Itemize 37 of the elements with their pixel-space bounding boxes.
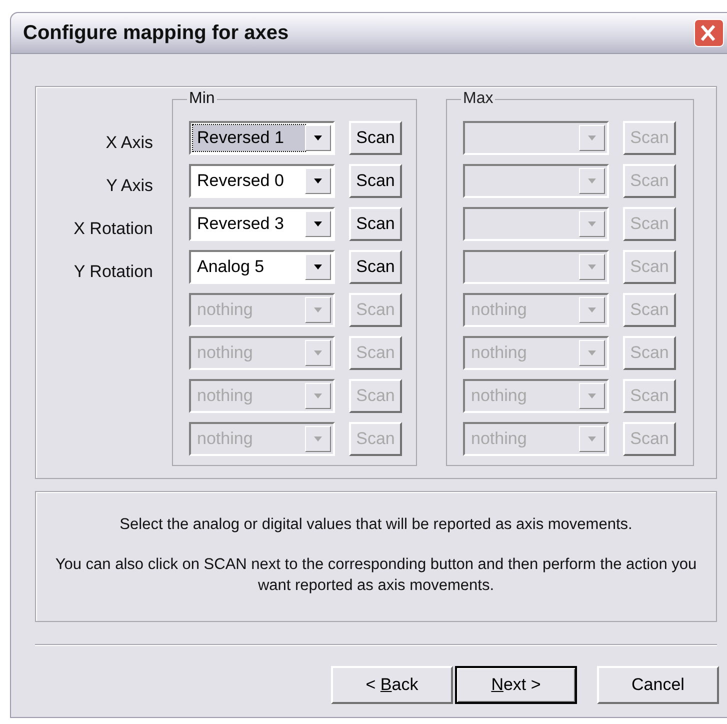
dropdown-arrow-icon — [313, 392, 323, 398]
dropdown-arrow-icon — [313, 264, 323, 270]
wizard-button[interactable]: Next > — [455, 666, 577, 704]
group-title: Max — [462, 90, 494, 108]
dropdown-arrow-icon — [313, 306, 323, 312]
axis-label: X Rotation — [72, 218, 153, 240]
dropdown[interactable]: Reversed 3 — [189, 206, 335, 240]
wizard-button[interactable]: Cancel — [597, 666, 719, 704]
window-title: Configure mapping for axes — [23, 22, 289, 44]
dropdown-arrow-icon — [587, 306, 597, 312]
scan-button[interactable]: Scan — [349, 164, 402, 198]
close-icon[interactable] — [694, 19, 724, 47]
dropdown-arrow-icon — [587, 178, 597, 184]
dropdown[interactable]: Analog 5 — [189, 250, 335, 284]
dropdown-arrow-icon — [587, 264, 597, 270]
info-text: You can also click on SCAN next to the corresponding button and then perform the action you want reported as axis movements. — [54, 555, 698, 596]
dropdown-arrow-icon — [587, 134, 597, 140]
axis-label: Y Rotation — [72, 261, 153, 283]
group-title: Min — [188, 90, 216, 108]
scan-button[interactable]: Scan — [349, 206, 402, 240]
dropdown-arrow-icon — [587, 350, 597, 356]
axis-label: X Axis — [104, 132, 153, 154]
dropdown-arrow-icon — [313, 220, 323, 226]
dropdown-arrow-icon — [313, 350, 323, 356]
dropdown[interactable]: Reversed 0 — [189, 164, 335, 198]
axis-label: Y Axis — [105, 175, 153, 197]
dropdown-arrow-icon — [587, 220, 597, 226]
wizard-button[interactable]: < Back — [331, 666, 453, 704]
info-text: Select the analog or digital values that will be reported as axis movements. — [118, 515, 634, 535]
dropdown-arrow-icon — [313, 134, 323, 140]
dropdown[interactable]: Reversed 1 — [189, 120, 335, 154]
scan-button[interactable]: Scan — [349, 250, 402, 284]
scan-button[interactable]: Scan — [349, 120, 402, 154]
dropdown-arrow-icon — [313, 178, 323, 184]
dropdown-arrow-icon — [587, 436, 597, 442]
dropdown-arrow-icon — [587, 392, 597, 398]
dropdown-arrow-icon — [313, 436, 323, 442]
